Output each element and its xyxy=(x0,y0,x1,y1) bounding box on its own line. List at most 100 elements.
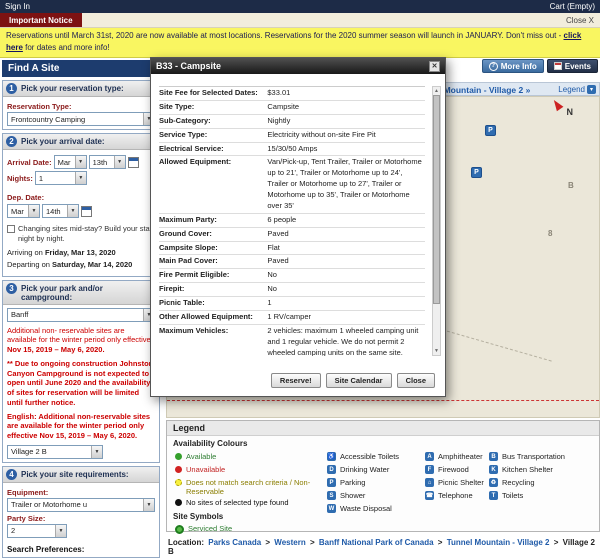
notice-close-button[interactable]: Close X xyxy=(566,16,600,25)
modal-scrollbar[interactable]: ▲ ▼ xyxy=(432,86,441,356)
row-label: Allowed Equipment: xyxy=(159,156,265,212)
search-preferences-label: Search Preferences: xyxy=(7,545,155,554)
reserve-button[interactable]: Reserve! xyxy=(271,373,321,388)
breadcrumb-separator: > xyxy=(554,538,559,547)
legend-toggle-label: Legend xyxy=(558,85,585,94)
row-label: Ground Cover: xyxy=(159,228,265,241)
scroll-up-icon[interactable]: ▲ xyxy=(433,87,440,95)
step1-number-icon: 1 xyxy=(6,83,17,94)
legend-shower: S Shower xyxy=(327,491,365,500)
midstay-option[interactable]: Changing sites mid-stay? Build your stay… xyxy=(7,224,155,244)
row-label: Main Pad Cover: xyxy=(159,255,265,268)
equipment-select[interactable]: Trailer or Motorhome u ▼ xyxy=(7,498,155,512)
step3-header: 3 Pick your park and/or campground: xyxy=(3,281,159,305)
row-value: No xyxy=(265,269,425,282)
arrival-day-select[interactable]: 13th▼ xyxy=(89,155,126,169)
scrollbar-thumb[interactable] xyxy=(433,95,440,304)
unavailable-dot-icon xyxy=(175,466,182,473)
legend-toggle[interactable]: Legend ▾ xyxy=(558,85,596,94)
party-size-label: Party Size: xyxy=(7,514,155,523)
campground-select[interactable]: Village 2 B ▼ xyxy=(7,445,103,459)
legend-panel: Legend Availability Colours Available Un… xyxy=(166,420,600,532)
modal-header[interactable]: B33 - Campsite ✕ xyxy=(151,58,445,74)
breadcrumb-link-banff[interactable]: Banff National Park of Canada xyxy=(319,538,434,547)
party-size-select[interactable]: 2 ▼ xyxy=(7,524,67,538)
park-select[interactable]: Banff ▼ xyxy=(7,308,155,322)
departing-prefix: Departing on xyxy=(7,260,52,269)
legend-title: Legend xyxy=(167,421,599,436)
scroll-down-icon[interactable]: ▼ xyxy=(433,347,440,355)
breadcrumb-separator: > xyxy=(438,538,443,547)
parking-map-icon-2[interactable]: P xyxy=(471,167,482,178)
cart-link[interactable]: Cart (Empty) xyxy=(550,2,595,11)
sign-in-link[interactable]: Sign In xyxy=(5,2,30,11)
site-calendar-button[interactable]: Site Calendar xyxy=(326,373,392,388)
recycling-icon: ♻ xyxy=(489,478,498,487)
legend-unavailable: Unavailable xyxy=(175,465,225,474)
table-row: Site Type:Campsite xyxy=(159,101,425,115)
site-details-modal: B33 - Campsite ✕ Site Fee for Selected D… xyxy=(150,57,446,397)
row-label: Picnic Table: xyxy=(159,297,265,310)
row-value: Electricity without on-site Fire Pit xyxy=(265,129,425,142)
midstay-checkbox[interactable] xyxy=(7,225,15,233)
accessible-toilets-label: Accessible Toilets xyxy=(340,452,399,461)
legend-parking: P Parking xyxy=(327,478,365,487)
breadcrumb-link-tunnel-mountain[interactable]: Tunnel Mountain - Village 2 xyxy=(447,538,550,547)
question-icon: ? xyxy=(489,62,498,71)
row-label: Maximum Party: xyxy=(159,214,265,227)
important-notice-bar: Important Notice Close X xyxy=(0,13,600,28)
step1-header: 1 Pick your reservation type: xyxy=(3,81,159,97)
table-row: Maximum Vehicles:2 vehicles: maximum 1 w… xyxy=(159,325,425,356)
row-value: Campsite xyxy=(265,101,425,114)
legend-kitchen-shelter: K Kitchen Shelter xyxy=(489,465,553,474)
events-button[interactable]: Events xyxy=(547,59,598,73)
close-icon[interactable]: ✕ xyxy=(429,61,440,72)
breadcrumb-separator: > xyxy=(310,538,315,547)
table-row: Campsite Slope:Flat xyxy=(159,242,425,256)
reservation-type-select[interactable]: Frontcountry Camping ▼ xyxy=(7,112,155,126)
parking-map-icon[interactable]: P xyxy=(485,125,496,136)
parking-label: Parking xyxy=(340,478,365,487)
arrival-month-select[interactable]: Mar▼ xyxy=(54,155,87,169)
table-row: Electrical Service:15/30/50 Amps xyxy=(159,143,425,157)
row-label: Firepit: xyxy=(159,283,265,296)
legend-waste-disposal: W Waste Disposal xyxy=(327,504,392,513)
more-info-label: More Info xyxy=(501,62,537,71)
table-row: Main Pad Cover:Paved xyxy=(159,255,425,269)
no-sites-dot-icon xyxy=(175,499,182,506)
nights-select[interactable]: 1▼ xyxy=(35,171,87,185)
row-value: 1 RV/camper xyxy=(265,311,425,324)
map-boundary-line xyxy=(167,400,599,401)
row-label: Campsite Slope: xyxy=(159,242,265,255)
row-value: Paved xyxy=(265,255,425,268)
nights-label: Nights: xyxy=(7,174,33,183)
accessible-toilets-icon: ♿ xyxy=(327,452,336,461)
reservation-type-label: Reservation Type: xyxy=(7,102,155,111)
collapse-icon: ▾ xyxy=(587,85,596,94)
legend-toilets: T Toilets xyxy=(489,491,523,500)
site-details-table: Site Fee for Selected Dates:$33.01 Site … xyxy=(159,86,425,356)
table-row: Service Type:Electricity without on-site… xyxy=(159,129,425,143)
departure-calendar-icon[interactable] xyxy=(81,206,92,217)
step4-header: 4 Pick your site requirements: xyxy=(3,467,159,483)
step4-number-icon: 4 xyxy=(6,469,17,480)
more-info-button[interactable]: ? More Info xyxy=(482,59,544,73)
park-value: Banff xyxy=(11,310,28,319)
table-row: Firepit:No xyxy=(159,283,425,297)
breadcrumb-link-western[interactable]: Western xyxy=(274,538,305,547)
departure-month-select[interactable]: Mar▼ xyxy=(7,204,40,218)
legend-no-sites: No sites of selected type found xyxy=(175,498,289,507)
breadcrumb-link-parks-canada[interactable]: Parks Canada xyxy=(208,538,261,547)
amphitheater-label: Amphitheater xyxy=(438,452,483,461)
equipment-label: Equipment: xyxy=(7,488,155,497)
chevron-down-icon: ▼ xyxy=(143,499,154,511)
picnic-shelter-label: Picnic Shelter xyxy=(438,478,484,487)
arrival-calendar-icon[interactable] xyxy=(128,157,139,168)
step2-number-icon: 2 xyxy=(6,136,17,147)
non-reservable-label: Does not match search criteria / Non-Res… xyxy=(186,478,316,497)
departure-day-select[interactable]: 14th▼ xyxy=(42,204,79,218)
close-button[interactable]: Close xyxy=(397,373,435,388)
calendar-icon xyxy=(554,62,562,70)
important-notice-label: Important Notice xyxy=(0,13,82,27)
park-note-2: ** Due to ongoing construction Johnston … xyxy=(7,359,155,408)
